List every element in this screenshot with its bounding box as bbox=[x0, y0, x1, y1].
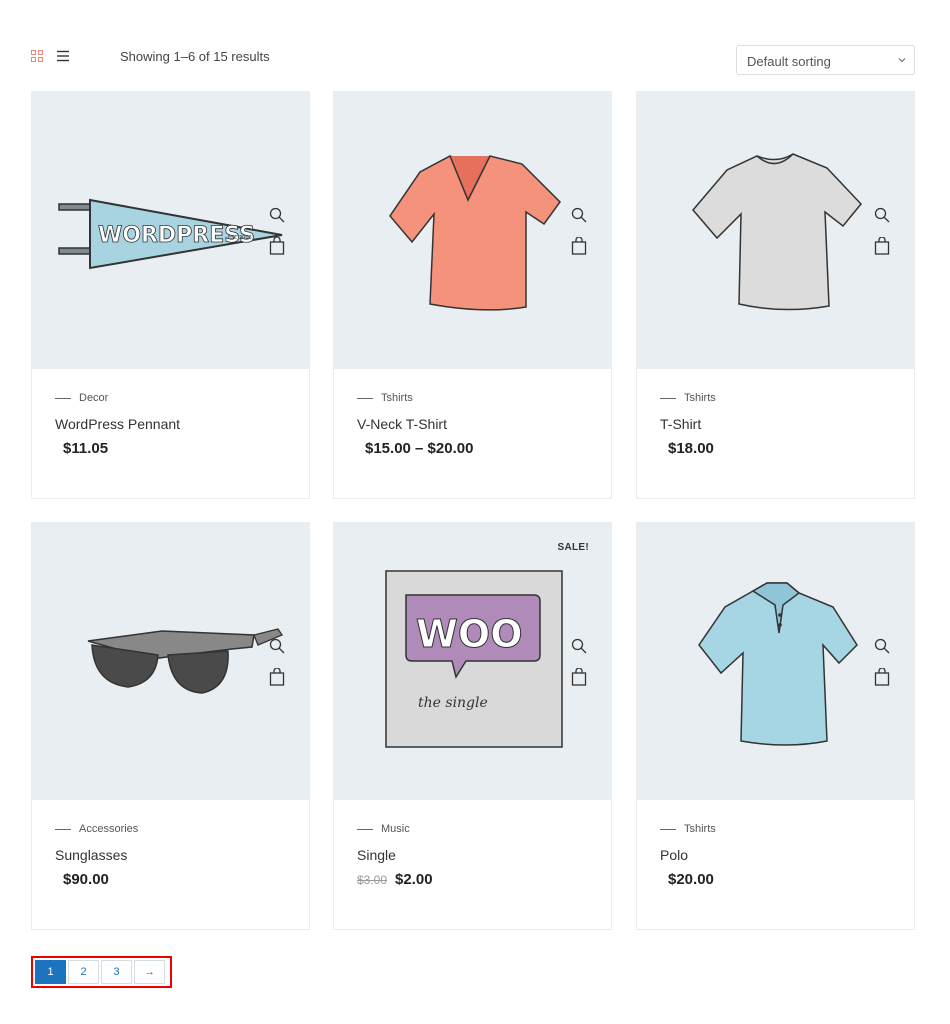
category-dash bbox=[55, 397, 71, 399]
product-category[interactable]: Tshirts bbox=[357, 392, 413, 404]
polo-shirt-image bbox=[698, 582, 858, 746]
product-category[interactable]: Decor bbox=[55, 392, 108, 404]
product-card[interactable]: Tshirts Polo $20.00 bbox=[636, 522, 915, 930]
search-icon[interactable] bbox=[874, 638, 890, 654]
sort-selected-value: Default sorting bbox=[747, 54, 831, 69]
grid-view-icon[interactable] bbox=[31, 50, 43, 62]
product-price: $11.05 bbox=[55, 440, 108, 457]
product-image[interactable] bbox=[637, 523, 914, 800]
product-category[interactable]: Tshirts bbox=[660, 392, 716, 404]
product-title[interactable]: Sunglasses bbox=[55, 847, 127, 863]
woo-album-image: WOO the single bbox=[385, 570, 563, 748]
product-title[interactable]: V-Neck T-Shirt bbox=[357, 416, 447, 432]
product-card[interactable]: Accessories Sunglasses $90.00 bbox=[31, 522, 310, 930]
product-image[interactable]: WORDPRESS EST 2003 bbox=[32, 92, 309, 369]
category-label[interactable]: Tshirts bbox=[684, 392, 716, 404]
search-icon[interactable] bbox=[874, 207, 890, 223]
sunglasses-image bbox=[87, 628, 283, 694]
old-price: $3.00 bbox=[357, 873, 388, 887]
shopping-bag-icon[interactable] bbox=[874, 668, 890, 686]
category-label[interactable]: Tshirts bbox=[381, 392, 413, 404]
product-title[interactable]: WordPress Pennant bbox=[55, 416, 180, 432]
category-dash bbox=[357, 828, 373, 830]
shop-toolbar: Showing 1–6 of 15 results Default sortin… bbox=[31, 45, 915, 75]
pennant-image: WORDPRESS EST 2003 bbox=[58, 198, 283, 270]
page-link-2[interactable]: 2 bbox=[68, 960, 99, 984]
product-image[interactable] bbox=[32, 523, 309, 800]
tshirt-image bbox=[692, 153, 862, 311]
search-icon[interactable] bbox=[269, 207, 285, 223]
category-label[interactable]: Accessories bbox=[79, 823, 138, 835]
current-price: $15.00 – $20.00 bbox=[365, 440, 474, 457]
search-icon[interactable] bbox=[571, 638, 587, 654]
vneck-tshirt-image bbox=[389, 155, 561, 311]
product-price: $18.00 bbox=[660, 440, 714, 457]
current-price: $90.00 bbox=[63, 871, 109, 888]
product-title[interactable]: Polo bbox=[660, 847, 688, 863]
product-image[interactable] bbox=[334, 92, 611, 369]
category-dash bbox=[357, 397, 373, 399]
product-image[interactable]: WOO the single bbox=[334, 523, 611, 800]
category-label[interactable]: Music bbox=[381, 823, 410, 835]
product-category[interactable]: Music bbox=[357, 823, 410, 835]
category-dash bbox=[55, 828, 71, 830]
svg-text:EST 2003: EST 2003 bbox=[228, 235, 252, 241]
pagination: 1 2 3 → bbox=[31, 956, 172, 988]
product-price: $15.00 – $20.00 bbox=[357, 440, 473, 457]
current-price: $2.00 bbox=[395, 871, 433, 888]
svg-text:WOO: WOO bbox=[416, 612, 523, 656]
category-label[interactable]: Tshirts bbox=[684, 823, 716, 835]
product-price: $3.00 $2.00 bbox=[357, 871, 433, 888]
sale-badge: SALE! bbox=[557, 542, 589, 553]
product-card[interactable]: WOO the single SALE! Music Single $3.00 $… bbox=[333, 522, 612, 930]
search-icon[interactable] bbox=[571, 207, 587, 223]
chevron-down-icon bbox=[898, 58, 906, 63]
next-page-arrow[interactable]: → bbox=[134, 960, 165, 984]
sort-select[interactable]: Default sorting bbox=[736, 45, 915, 75]
shopping-bag-icon[interactable] bbox=[269, 668, 285, 686]
product-image[interactable] bbox=[637, 92, 914, 369]
current-price: $11.05 bbox=[63, 440, 109, 457]
product-card[interactable]: WORDPRESS EST 2003 Decor WordPress Penna… bbox=[31, 91, 310, 499]
category-dash bbox=[660, 828, 676, 830]
category-dash bbox=[660, 397, 676, 399]
result-count: Showing 1–6 of 15 results bbox=[120, 49, 270, 64]
shopping-bag-icon[interactable] bbox=[874, 237, 890, 255]
shopping-bag-icon[interactable] bbox=[571, 668, 587, 686]
product-title[interactable]: Single bbox=[357, 847, 396, 863]
product-card[interactable]: Tshirts T-Shirt $18.00 bbox=[636, 91, 915, 499]
product-card[interactable]: Tshirts V-Neck T-Shirt $15.00 – $20.00 bbox=[333, 91, 612, 499]
shopping-bag-icon[interactable] bbox=[571, 237, 587, 255]
shopping-bag-icon[interactable] bbox=[269, 237, 285, 255]
product-category[interactable]: Accessories bbox=[55, 823, 138, 835]
search-icon[interactable] bbox=[269, 638, 285, 654]
product-title[interactable]: T-Shirt bbox=[660, 416, 701, 432]
page-link-1[interactable]: 1 bbox=[35, 960, 66, 984]
current-price: $18.00 bbox=[668, 440, 714, 457]
product-price: $90.00 bbox=[55, 871, 109, 888]
product-category[interactable]: Tshirts bbox=[660, 823, 716, 835]
current-price: $20.00 bbox=[668, 871, 714, 888]
list-view-icon[interactable] bbox=[57, 50, 69, 62]
page-link-3[interactable]: 3 bbox=[101, 960, 132, 984]
product-price: $20.00 bbox=[660, 871, 714, 888]
svg-text:the single: the single bbox=[418, 695, 488, 711]
category-label[interactable]: Decor bbox=[79, 392, 108, 404]
